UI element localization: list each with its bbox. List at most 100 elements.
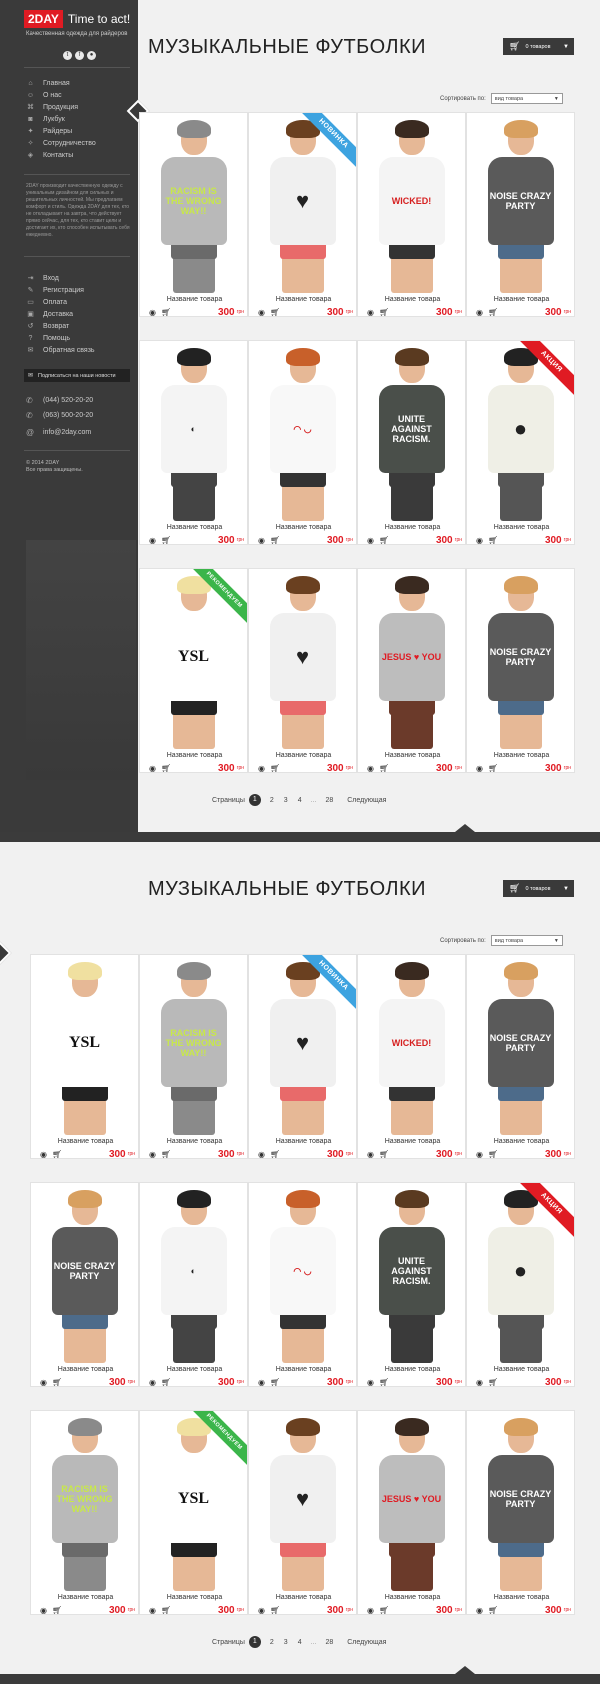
- product-name[interactable]: Название товара: [358, 1138, 465, 1145]
- product-card[interactable]: NOISE CRAZY PARTY Название товара ◉ 🛒︎ 300 гр…: [466, 1410, 575, 1615]
- product-card[interactable]: NOISE CRAZY PARTY Название товара ◉ 🛒︎ 300 гр…: [466, 112, 575, 317]
- add-to-cart-icon[interactable]: 🛒︎: [270, 1150, 280, 1159]
- product-name[interactable]: Название товара: [467, 296, 574, 303]
- sort-select[interactable]: вид товара ▼: [490, 93, 563, 104]
- quick-view-icon[interactable]: ◉: [40, 1150, 47, 1159]
- quick-view-icon[interactable]: ◉: [149, 536, 156, 545]
- nav-item-cooperation[interactable]: ✧ Сотрудничество: [26, 137, 96, 149]
- product-name[interactable]: Название товара: [140, 524, 247, 531]
- add-to-cart-icon[interactable]: 🛒︎: [379, 764, 389, 773]
- nav-item-lookbook[interactable]: ◙ Лукбук: [26, 113, 96, 125]
- social-icon[interactable]: ●: [87, 51, 96, 60]
- cart-button[interactable]: 🛒︎ 0 товаров ▼: [503, 38, 574, 55]
- nav-item-feedback[interactable]: ✉ Обратная связь: [26, 344, 95, 356]
- product-card[interactable]: ♥ НОВИНКА Название товара ◉ 🛒︎ 300 грн: [248, 954, 357, 1159]
- product-card[interactable]: ◐ Название товара ◉ 🛒︎ 300 грн: [139, 1182, 248, 1387]
- product-image[interactable]: NOISE CRAZY PARTY: [471, 573, 570, 749]
- product-name[interactable]: Название товара: [249, 1366, 356, 1373]
- product-image[interactable]: ◐: [144, 1187, 243, 1363]
- product-card[interactable]: RACISM IS THE WRONG WAY!! Название товара…: [30, 1410, 139, 1615]
- product-card[interactable]: YSL РЕКОМЕНДУЕМ Название товара ◉ 🛒︎ 300 грн: [139, 1410, 248, 1615]
- product-name[interactable]: Название товара: [140, 1138, 247, 1145]
- quick-view-icon[interactable]: ◉: [476, 764, 483, 773]
- quick-view-icon[interactable]: ◉: [367, 764, 374, 773]
- product-name[interactable]: Название товара: [467, 1138, 574, 1145]
- product-card[interactable]: JESUS ♥ YOU Название товара ◉ 🛒︎ 300 грн: [357, 568, 466, 773]
- product-name[interactable]: Название товара: [249, 524, 356, 531]
- add-to-cart-icon[interactable]: 🛒︎: [270, 764, 280, 773]
- quick-view-icon[interactable]: ◉: [367, 1606, 374, 1615]
- add-to-cart-icon[interactable]: 🛒︎: [379, 1606, 389, 1615]
- quick-view-icon[interactable]: ◉: [476, 1150, 483, 1159]
- product-card[interactable]: WICKED! Название товара ◉ 🛒︎ 300 грн: [357, 112, 466, 317]
- page-link[interactable]: 3: [284, 1639, 288, 1646]
- logo[interactable]: 2DAY Time to act!: [24, 10, 130, 28]
- product-card[interactable]: NOISE CRAZY PARTY Название товара ◉ 🛒︎ 300 гр…: [466, 568, 575, 773]
- product-name[interactable]: Название товара: [249, 1594, 356, 1601]
- quick-view-icon[interactable]: ◉: [258, 1150, 265, 1159]
- product-name[interactable]: Название товара: [358, 296, 465, 303]
- add-to-cart-icon[interactable]: 🛒︎: [379, 308, 389, 317]
- nav-item-riders[interactable]: ✦ Райдеры: [26, 125, 96, 137]
- add-to-cart-icon[interactable]: 🛒︎: [488, 1378, 498, 1387]
- quick-view-icon[interactable]: ◉: [476, 1378, 483, 1387]
- product-image[interactable]: NOISE CRAZY PARTY: [471, 117, 570, 293]
- product-image[interactable]: UNITE AGAINST RACISM.: [362, 1187, 461, 1363]
- facebook-icon[interactable]: f: [75, 51, 84, 60]
- add-to-cart-icon[interactable]: 🛒︎: [488, 308, 498, 317]
- page-current[interactable]: 1: [248, 794, 261, 806]
- quick-view-icon[interactable]: ◉: [367, 1378, 374, 1387]
- add-to-cart-icon[interactable]: 🛒︎: [379, 1150, 389, 1159]
- quick-view-icon[interactable]: ◉: [476, 308, 483, 317]
- product-card[interactable]: ◐ Название товара ◉ 🛒︎ 300 грн: [139, 340, 248, 545]
- product-name[interactable]: Название товара: [358, 524, 465, 531]
- page-link[interactable]: 2: [270, 1639, 274, 1646]
- page-link[interactable]: 4: [298, 1639, 302, 1646]
- nav-item-login[interactable]: ⇥ Вход: [26, 272, 95, 284]
- product-name[interactable]: Название товара: [467, 524, 574, 531]
- product-image[interactable]: ◐: [144, 345, 243, 521]
- nav-item-about[interactable]: ☺ О нас: [26, 89, 96, 101]
- email-link[interactable]: @ info@2day.com: [26, 428, 91, 437]
- product-card[interactable]: RACISM IS THE WRONG WAY!! Название товара…: [139, 954, 248, 1159]
- product-card[interactable]: YSL РЕКОМЕНДУЕМ Название товара ◉ 🛒︎ 300 грн: [139, 568, 248, 773]
- phone-1[interactable]: ✆ (044) 520-20-20: [26, 396, 93, 405]
- menu-toggle-icon[interactable]: [0, 941, 12, 965]
- product-image[interactable]: YSL: [35, 959, 134, 1135]
- next-page-link[interactable]: Следующая: [347, 797, 386, 804]
- product-image[interactable]: RACISM IS THE WRONG WAY!!: [144, 959, 243, 1135]
- phone-2[interactable]: ✆ (063) 500-20-20: [26, 411, 93, 420]
- product-name[interactable]: Название товара: [467, 1594, 574, 1601]
- add-to-cart-icon[interactable]: 🛒︎: [270, 536, 280, 545]
- add-to-cart-icon[interactable]: 🛒︎: [161, 1606, 171, 1615]
- add-to-cart-icon[interactable]: 🛒︎: [52, 1606, 62, 1615]
- product-image[interactable]: WICKED!: [362, 117, 461, 293]
- product-name[interactable]: Название товара: [140, 752, 247, 759]
- add-to-cart-icon[interactable]: 🛒︎: [52, 1378, 62, 1387]
- product-image[interactable]: RACISM IS THE WRONG WAY!!: [35, 1415, 134, 1591]
- cart-button[interactable]: 🛒︎ 0 товаров ▼: [503, 880, 574, 897]
- quick-view-icon[interactable]: ◉: [40, 1606, 47, 1615]
- product-card[interactable]: JESUS ♥ YOU Название товара ◉ 🛒︎ 300 грн: [357, 1410, 466, 1615]
- quick-view-icon[interactable]: ◉: [149, 1606, 156, 1615]
- quick-view-icon[interactable]: ◉: [476, 536, 483, 545]
- page-link[interactable]: 28: [325, 797, 333, 804]
- product-name[interactable]: Название товара: [31, 1594, 138, 1601]
- product-card[interactable]: RACISM IS THE WRONG WAY!! Название товара…: [139, 112, 248, 317]
- nav-item-delivery[interactable]: ▣ Доставка: [26, 308, 95, 320]
- next-page-link[interactable]: Следующая: [347, 1639, 386, 1646]
- product-image[interactable]: JESUS ♥ YOU: [362, 573, 461, 749]
- product-name[interactable]: Название товара: [358, 752, 465, 759]
- add-to-cart-icon[interactable]: 🛒︎: [379, 1378, 389, 1387]
- add-to-cart-icon[interactable]: 🛒︎: [161, 536, 171, 545]
- product-card[interactable]: WICKED! Название товара ◉ 🛒︎ 300 грн: [357, 954, 466, 1159]
- quick-view-icon[interactable]: ◉: [40, 1378, 47, 1387]
- product-image[interactable]: ◠ ◡: [253, 345, 352, 521]
- add-to-cart-icon[interactable]: 🛒︎: [270, 1606, 280, 1615]
- page-link[interactable]: 28: [325, 1639, 333, 1646]
- quick-view-icon[interactable]: ◉: [149, 1150, 156, 1159]
- product-name[interactable]: Название товара: [358, 1366, 465, 1373]
- sort-select[interactable]: вид товара ▼: [490, 935, 563, 946]
- page-link[interactable]: 2: [270, 797, 274, 804]
- page-link[interactable]: 4: [298, 797, 302, 804]
